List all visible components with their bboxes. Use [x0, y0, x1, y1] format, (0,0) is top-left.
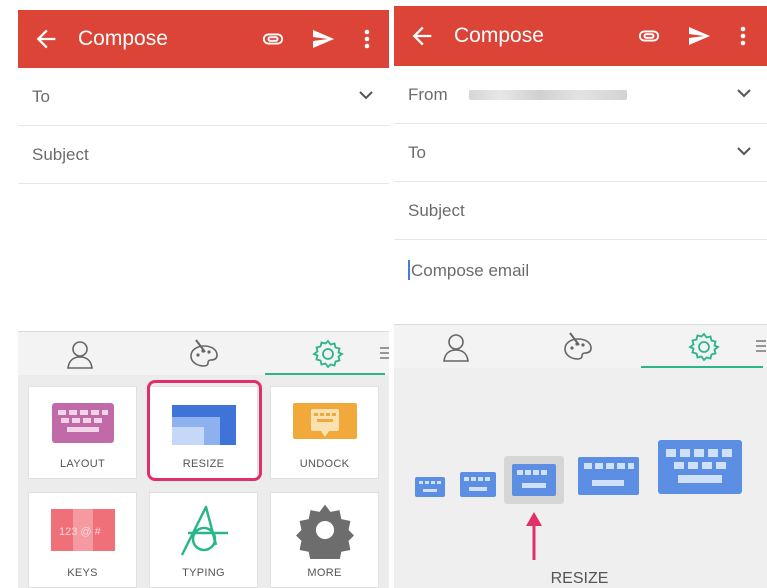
attachment-icon[interactable] — [262, 30, 284, 48]
send-icon[interactable] — [311, 27, 335, 51]
settings-gear-icon[interactable] — [312, 338, 344, 370]
tile-undock-label: UNDOCK — [299, 458, 350, 470]
to-label: To — [32, 87, 50, 106]
tile-undock[interactable]: UNDOCK — [270, 386, 379, 479]
to-field[interactable]: To — [394, 124, 767, 182]
chevron-down-icon[interactable] — [737, 88, 751, 98]
toolbar-title: Compose — [454, 24, 544, 47]
more-vert-icon[interactable] — [362, 27, 372, 51]
typing-swipe-icon — [180, 505, 228, 556]
settings-gear-icon[interactable] — [688, 331, 720, 363]
keyboard-size-option-5[interactable] — [658, 440, 742, 494]
contact-icon[interactable] — [64, 338, 96, 370]
contact-icon[interactable] — [440, 331, 472, 363]
tile-more[interactable]: MORE — [270, 492, 379, 588]
pointer-arrow-icon — [526, 512, 542, 560]
to-field[interactable]: To — [18, 68, 389, 126]
redacted-email — [469, 90, 627, 100]
keyboard-settings-grid: LAYOUT RESIZE UNDOCK 123 @ # KEYS TYPING… — [18, 375, 389, 588]
toolbar-title: Compose — [78, 27, 168, 50]
keys-icon: 123 @ # — [50, 509, 115, 551]
more-gear-icon — [295, 504, 354, 559]
compose-email-field[interactable]: Compose email — [408, 260, 529, 281]
chevron-down-icon[interactable] — [737, 146, 751, 156]
keyboard-toolbar — [18, 331, 389, 375]
resize-label: RESIZE — [550, 570, 609, 587]
compose-placeholder: Compose email — [411, 261, 530, 280]
theme-palette-icon[interactable] — [562, 331, 594, 363]
compose-toolbar: Compose — [394, 6, 767, 66]
theme-palette-icon[interactable] — [188, 338, 220, 370]
subject-placeholder: Subject — [32, 145, 89, 164]
send-icon[interactable] — [687, 24, 711, 48]
undock-keyboard-icon — [292, 403, 357, 439]
keys-glyphs: 123 @ # — [59, 526, 102, 538]
menu-icon[interactable] — [756, 339, 766, 353]
back-arrow-icon[interactable] — [408, 22, 436, 50]
menu-icon[interactable] — [380, 346, 389, 360]
back-arrow-icon[interactable] — [32, 25, 60, 53]
tile-typing[interactable]: TYPING — [149, 492, 258, 588]
keyboard-resize-panel: RESIZE — [394, 368, 767, 588]
tile-more-label: MORE — [307, 567, 342, 579]
tile-keys[interactable]: 123 @ # KEYS — [28, 492, 137, 588]
keyboard-toolbar — [394, 324, 767, 368]
tile-typing-label: TYPING — [182, 567, 225, 579]
keyboard-size-option-2[interactable] — [460, 472, 496, 497]
tile-layout-label: LAYOUT — [60, 458, 105, 470]
keyboard-layout-icon — [51, 403, 114, 443]
more-vert-icon[interactable] — [738, 24, 748, 48]
text-cursor — [408, 260, 410, 280]
keyboard-size-option-4[interactable] — [578, 457, 639, 495]
compose-toolbar: Compose — [18, 10, 389, 68]
resize-highlight-box — [147, 380, 262, 481]
left-screen: Compose To Subject LAYOUT RESIZE UNDOCK … — [18, 0, 389, 588]
keyboard-size-option-1[interactable] — [415, 477, 445, 497]
from-label: From — [408, 85, 448, 104]
chevron-down-icon[interactable] — [359, 90, 373, 100]
attachment-icon[interactable] — [638, 27, 660, 45]
subject-placeholder: Subject — [408, 201, 465, 220]
right-screen: Compose From To Subject Compose email RE… — [394, 0, 767, 588]
subject-field[interactable]: Subject — [18, 126, 389, 184]
to-label: To — [408, 143, 426, 162]
subject-field[interactable]: Subject — [394, 182, 767, 240]
keyboard-size-option-3[interactable] — [512, 464, 556, 496]
tile-keys-label: KEYS — [67, 567, 98, 579]
from-field[interactable]: From — [394, 66, 767, 124]
tile-layout[interactable]: LAYOUT — [28, 386, 137, 479]
